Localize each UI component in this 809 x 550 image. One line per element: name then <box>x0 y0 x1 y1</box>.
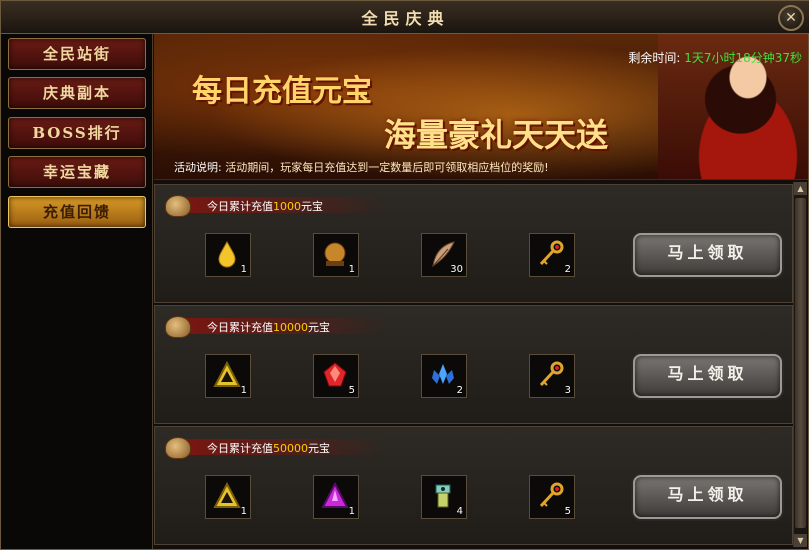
red-gem-icon <box>323 362 347 387</box>
mech-part-icon <box>435 484 451 508</box>
window-title: 全民庆典 <box>361 9 450 28</box>
reward-slot[interactable]: 5 <box>529 475 575 519</box>
title-bar: 全民庆典 ✕ <box>1 1 809 34</box>
money-bag-icon <box>165 437 191 459</box>
gold-key-icon <box>539 240 564 266</box>
remaining-time: 剩余时间: 1天7小时18分钟37秒 <box>628 49 802 66</box>
reward-quantity: 1 <box>240 385 247 396</box>
banner-headline: 每日充值元宝 <box>192 74 372 109</box>
reward-quantity: 5 <box>348 385 355 396</box>
reward-tier-panel: 今日累计充值10000元宝 1 5 2 3 马上领取 <box>154 305 793 424</box>
claim-button[interactable]: 马上领取 <box>633 354 782 398</box>
tier-requirement: 今日累计充值50000元宝 <box>207 442 330 455</box>
claim-button[interactable]: 马上领取 <box>633 233 782 277</box>
yellow-drop-icon <box>218 240 236 268</box>
sidebar-item-recharge-reward[interactable]: 充值回馈 <box>8 196 146 228</box>
remaining-time-label: 剩余时间: <box>628 51 681 65</box>
reward-slot[interactable]: 30 <box>421 233 467 277</box>
tier-header: 今日累计充值10000元宝 <box>165 316 385 338</box>
sidebar: 全民站街 庆典副本 BOSS排行 幸运宝藏 充值回馈 <box>1 34 153 549</box>
reward-quantity: 5 <box>564 506 571 517</box>
scrollbar[interactable]: ▲ ▼ <box>793 182 807 547</box>
gold-triangle-icon <box>213 360 241 387</box>
tier-header: 今日累计充值1000元宝 <box>165 195 385 217</box>
reward-slot[interactable]: 3 <box>529 354 575 398</box>
event-banner: 每日充值元宝 海量豪礼天天送 剩余时间: 1天7小时18分钟37秒 活动说明: … <box>154 34 808 180</box>
tier-requirement: 今日累计充值10000元宝 <box>207 321 330 334</box>
reward-slot[interactable]: 2 <box>529 233 575 277</box>
reward-quantity: 4 <box>456 506 463 517</box>
golden-orb-icon <box>324 242 346 266</box>
sidebar-item-street[interactable]: 全民站街 <box>8 38 146 70</box>
reward-slot[interactable]: 1 <box>205 354 251 398</box>
gold-key-icon <box>539 361 564 387</box>
blue-crystal-icon <box>432 364 454 384</box>
scroll-thumb[interactable] <box>795 198 806 528</box>
claim-button[interactable]: 马上领取 <box>633 475 782 519</box>
money-bag-icon <box>165 195 191 217</box>
reward-slot[interactable]: 1 <box>205 475 251 519</box>
sidebar-item-boss-rank[interactable]: BOSS排行 <box>8 117 146 149</box>
purple-triangle-icon <box>321 481 349 508</box>
remaining-time-value: 1天7小时18分钟37秒 <box>684 51 802 65</box>
reward-quantity: 1 <box>240 264 247 275</box>
description-text: 活动期间，玩家每日充值达到一定数量后即可领取相应档位的奖励! <box>225 161 549 174</box>
gold-key-icon <box>539 482 564 508</box>
description-label: 活动说明: <box>174 161 222 174</box>
close-button[interactable]: ✕ <box>778 5 804 31</box>
reward-slot[interactable]: 1 <box>313 475 359 519</box>
sidebar-item-dungeon[interactable]: 庆典副本 <box>8 77 146 109</box>
reward-tier-panel: 今日累计充值1000元宝 1 1 30 2 马上领取 <box>154 184 793 303</box>
money-bag-icon <box>165 316 191 338</box>
tier-requirement: 今日累计充值1000元宝 <box>207 200 323 213</box>
sidebar-item-lucky-treasure[interactable]: 幸运宝藏 <box>8 156 146 188</box>
reward-slot[interactable]: 2 <box>421 354 467 398</box>
reward-slot[interactable]: 1 <box>205 233 251 277</box>
reward-quantity: 1 <box>240 506 247 517</box>
reward-slot[interactable]: 4 <box>421 475 467 519</box>
tier-header: 今日累计充值50000元宝 <box>165 437 385 459</box>
reward-quantity: 30 <box>450 264 463 275</box>
reward-slot[interactable]: 5 <box>313 354 359 398</box>
reward-quantity: 2 <box>456 385 463 396</box>
event-window: 全民庆典 ✕ 全民站街 庆典副本 BOSS排行 幸运宝藏 充值回馈 每日充值元宝… <box>0 0 809 550</box>
reward-slot[interactable]: 1 <box>313 233 359 277</box>
reward-quantity: 3 <box>564 385 571 396</box>
scroll-down-arrow-icon[interactable]: ▼ <box>794 534 807 547</box>
reward-quantity: 1 <box>348 264 355 275</box>
scroll-up-arrow-icon[interactable]: ▲ <box>794 182 807 195</box>
reward-tier-panel: 今日累计充值50000元宝 1 1 4 5 马上领取 <box>154 426 793 545</box>
event-description: 活动说明: 活动期间，玩家每日充值达到一定数量后即可领取相应档位的奖励! <box>174 159 549 175</box>
gold-triangle-icon <box>213 481 241 508</box>
reward-quantity: 2 <box>564 264 571 275</box>
reward-quantity: 1 <box>348 506 355 517</box>
banner-subheadline: 海量豪礼天天送 <box>384 116 609 154</box>
